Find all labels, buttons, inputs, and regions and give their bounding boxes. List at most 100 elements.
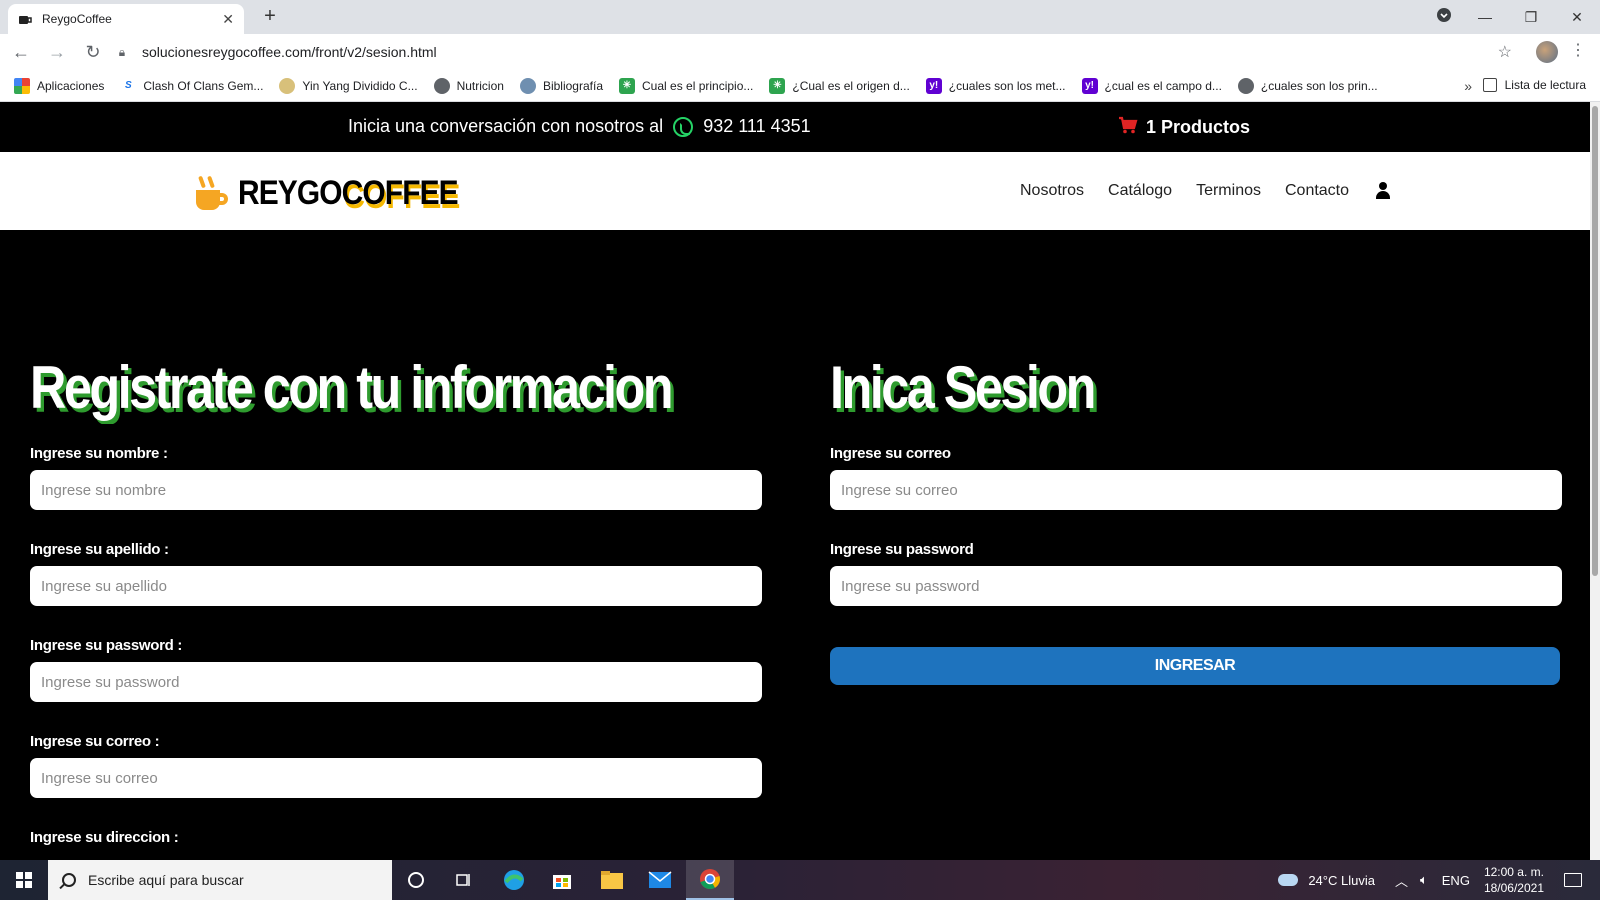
profile-avatar[interactable] <box>1536 41 1558 63</box>
bookmark-label: Cual es el principio... <box>642 78 754 93</box>
bookmark-item[interactable]: ¿cuales son los prin... <box>1237 77 1378 94</box>
s-icon: S <box>125 80 132 91</box>
store-icon[interactable] <box>548 866 576 894</box>
new-tab-button[interactable]: + <box>258 5 282 29</box>
nav-contacto[interactable]: Contacto <box>1285 182 1349 200</box>
nombre-input[interactable] <box>30 470 762 510</box>
clock-date: 18/06/2021 <box>1483 881 1544 895</box>
volume-icon[interactable]: 🔈︎ <box>1420 872 1428 888</box>
back-icon[interactable]: ← <box>6 37 36 67</box>
tab-close-icon[interactable]: ✕ <box>222 11 234 28</box>
bookmark-label: Bibliografía <box>542 78 603 93</box>
search-icon <box>62 873 76 887</box>
url-text: solucionesreygocoffee.com/front/v2/sesio… <box>142 44 437 60</box>
bookmark-label: ¿cual es el campo d... <box>1104 78 1222 93</box>
tab-search-icon[interactable] <box>1426 7 1462 28</box>
lock-icon[interactable]: 🔒︎ <box>110 45 134 60</box>
asterisk-icon: ✳ <box>619 77 635 94</box>
more-bookmarks-icon[interactable]: » <box>1464 78 1472 94</box>
reading-list-icon <box>1482 78 1497 92</box>
coffee-cup-icon <box>194 175 230 212</box>
address-bar[interactable]: 🔒︎ solucionesreygocoffee.com/front/v2/se… <box>110 38 1530 66</box>
site-logo[interactable]: REYGOCOFFEE <box>194 174 488 213</box>
clock-time: 12:00 a. m. <box>1483 865 1544 879</box>
bookmark-item[interactable]: ✳ ¿Cual es el origen d... <box>769 77 910 94</box>
register-correo-input[interactable] <box>30 758 762 798</box>
close-window-button[interactable]: ✕ <box>1554 9 1600 26</box>
weather-widget[interactable]: 24°C Lluvia <box>1278 873 1375 888</box>
task-view-icon[interactable] <box>450 866 478 894</box>
main-menu: Nosotros Catálogo Terminos Contacto <box>1020 182 1391 200</box>
browser-toolbar: ← → ↻ 🔒︎ solucionesreygocoffee.com/front… <box>0 34 1600 70</box>
rain-cloud-icon <box>1278 874 1299 886</box>
forward-icon[interactable]: → <box>42 37 72 67</box>
browser-tab[interactable]: ReygoCoffee ✕ <box>8 4 244 34</box>
ingresar-button[interactable]: INGRESAR <box>830 647 1560 685</box>
nav-nosotros[interactable]: Nosotros <box>1020 182 1084 200</box>
taskbar: Escribe aquí para buscar 24°C Lluvia ︿ 🔈… <box>0 860 1600 900</box>
nav-catalogo[interactable]: Catálogo <box>1108 182 1172 200</box>
bookmark-item[interactable]: ✳ Cual es el principio... <box>619 77 754 94</box>
window-controls: — ❐ ✕ <box>1426 0 1600 34</box>
cart-count: 1 Productos <box>1146 117 1251 137</box>
bookmark-item[interactable]: y! ¿cuales son los met... <box>925 77 1066 94</box>
system-tray: 24°C Lluvia ︿ 🔈︎ ENG 12:00 a. m. 18/06/2… <box>1278 860 1600 900</box>
start-button[interactable] <box>0 860 48 900</box>
brand-wordmark: REYGOCOFFEE <box>238 174 459 212</box>
register-password-label: Ingrese su password : <box>30 637 183 654</box>
restore-button[interactable]: ❐ <box>1508 9 1554 26</box>
minimize-button[interactable]: — <box>1462 9 1508 25</box>
apps-grid-icon <box>14 77 30 94</box>
bookmark-item[interactable]: S Clash Of Clans Gem... <box>120 78 263 94</box>
register-title: Registrate con tu informacion <box>30 354 674 421</box>
notifications-icon[interactable] <box>1564 873 1582 887</box>
contact-message: Inicia una conversación con nosotros al … <box>348 116 811 137</box>
nav-terminos[interactable]: Terminos <box>1196 182 1261 200</box>
globe-icon <box>519 77 536 94</box>
cortana-icon[interactable] <box>402 866 430 894</box>
bookmark-label: ¿cuales son los prin... <box>1260 78 1378 93</box>
login-correo-label: Ingrese su correo <box>830 445 951 462</box>
login-password-input[interactable] <box>830 566 1562 606</box>
login-correo-input[interactable] <box>830 470 1562 510</box>
apellido-input[interactable] <box>30 566 762 606</box>
asterisk-icon: ✳ <box>769 77 786 94</box>
taskbar-search[interactable]: Escribe aquí para buscar <box>48 860 392 900</box>
browser-menu-icon[interactable]: ⋮ <box>1570 40 1586 60</box>
bookmark-star-icon[interactable]: ☆ <box>1498 42 1512 62</box>
contact-topbar: Inicia una conversación con nosotros al … <box>0 102 1590 152</box>
coffee-favicon-icon <box>18 12 32 26</box>
login-password-label: Ingrese su password <box>830 541 974 558</box>
nombre-label: Ingrese su nombre : <box>30 445 168 462</box>
reading-list-button[interactable]: Lista de lectura <box>1482 78 1586 92</box>
bookmark-label: Yin Yang Dividido C... <box>302 78 418 93</box>
bookmark-label: Clash Of Clans Gem... <box>143 78 264 93</box>
yahoo-icon: y! <box>1081 77 1098 94</box>
clock[interactable]: 12:00 a. m. 18/06/2021 <box>1484 864 1544 896</box>
bookmark-item[interactable]: Bibliografía <box>519 77 603 94</box>
page-scrollbar[interactable] <box>1590 102 1600 860</box>
language-indicator[interactable]: ENG <box>1442 873 1470 888</box>
bookmark-item[interactable]: y! ¿cual es el campo d... <box>1081 77 1222 94</box>
bookmark-item[interactable]: Aplicaciones <box>14 77 104 94</box>
reload-icon[interactable]: ↻ <box>78 37 108 67</box>
tray-chevron-icon[interactable]: ︿ <box>1395 871 1408 890</box>
user-icon[interactable] <box>1375 182 1391 200</box>
bookmark-item[interactable]: Yin Yang Dividido C... <box>279 77 418 94</box>
bookmark-item[interactable]: Nutricion <box>433 77 504 94</box>
chrome-taskbar-icon[interactable] <box>686 860 734 900</box>
edge-icon[interactable] <box>500 866 528 894</box>
mail-icon[interactable] <box>646 866 674 894</box>
bookmark-label: ¿Cual es el origen d... <box>792 78 910 93</box>
login-title: Inica Sesion <box>830 354 1096 421</box>
taskbar-search-placeholder: Escribe aquí para buscar <box>88 872 244 888</box>
register-password-input[interactable] <box>30 662 762 702</box>
cart-icon <box>1118 116 1138 139</box>
cart-link[interactable]: 1 Productos <box>1118 116 1250 139</box>
file-explorer-icon[interactable] <box>598 866 626 894</box>
scrollbar-thumb[interactable] <box>1592 106 1598 576</box>
phone-number[interactable]: 932 111 4351 <box>703 116 810 137</box>
apellido-label: Ingrese su apellido : <box>30 541 169 558</box>
yahoo-icon: y! <box>925 77 942 94</box>
web-page: Inicia una conversación con nosotros al … <box>0 102 1590 860</box>
